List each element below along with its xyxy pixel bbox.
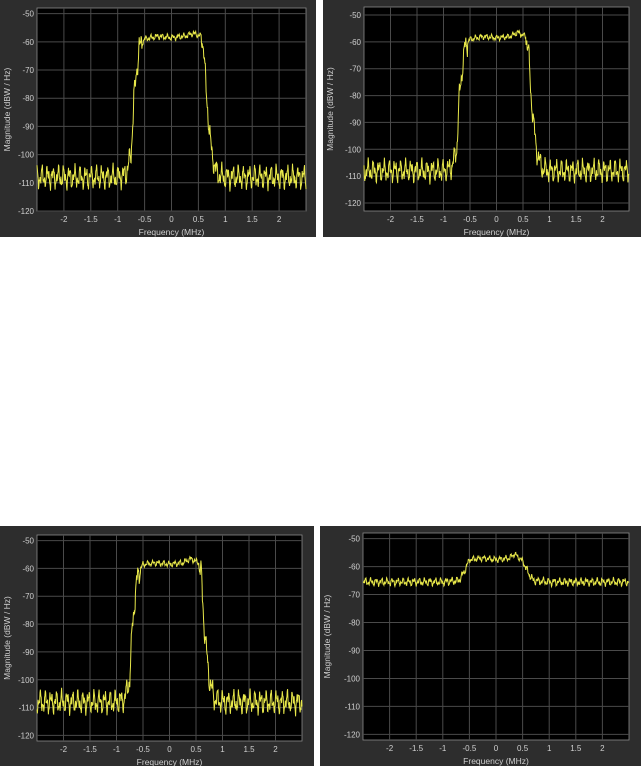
x-tick-label: 0.5 — [517, 215, 529, 224]
x-tick-label: -1 — [439, 744, 447, 753]
x-tick-label: 2 — [600, 744, 605, 753]
y-tick-label: -90 — [348, 646, 360, 655]
y-tick-label: -50 — [349, 11, 361, 20]
x-axis-label: Frequency (MHz) — [464, 227, 530, 237]
y-tick-label: -70 — [349, 65, 361, 74]
x-tick-label: 0 — [169, 215, 174, 224]
x-tick-label: -1.5 — [84, 215, 98, 224]
y-tick-label: -120 — [18, 207, 35, 216]
y-tick-label: -90 — [349, 118, 361, 127]
x-tick-label: -0.5 — [136, 745, 150, 754]
x-tick-label: 2 — [273, 745, 278, 754]
y-tick-label: -110 — [19, 704, 35, 713]
x-tick-label: -2 — [386, 744, 394, 753]
y-tick-label: -70 — [22, 66, 34, 75]
x-tick-label: 1 — [547, 215, 552, 224]
y-tick-label: -90 — [22, 122, 34, 131]
y-tick-label: -80 — [348, 619, 360, 628]
x-axis-label: Frequency (MHz) — [139, 227, 205, 237]
y-axis-label: Magnitude (dBW / Hz) — [2, 596, 12, 680]
x-tick-label: 0.5 — [193, 215, 205, 224]
x-tick-label: -2 — [60, 745, 68, 754]
x-tick-label: -1 — [113, 745, 121, 754]
y-tick-label: -120 — [345, 199, 362, 208]
chart-1: -2 -1.5 -1 -0.5 0 0.5 1 1.5 2 -50 -60 -70 -80 -90 -100… — [2, 7, 307, 237]
y-tick-label: -50 — [22, 10, 34, 19]
x-tick-label: -1 — [440, 215, 448, 224]
spectrum-panel-2: -2 -1.5 -1 -0.5 0 0.5 1 1.5 2 -50 -60 -70 -80 -90 -100… — [323, 0, 641, 237]
x-tick-label: 1.5 — [570, 744, 582, 753]
x-tick-label: 1 — [547, 744, 552, 753]
x-tick-label: 0 — [167, 745, 172, 754]
x-tick-label: 0 — [494, 744, 499, 753]
spectrum-panel-3: -2 -1.5 -1 -0.5 0 0.5 1 1.5 2 -50 -60 -70 -80 -90 -100… — [0, 526, 314, 766]
y-tick-label: -100 — [345, 145, 362, 154]
y-tick-label: -90 — [22, 648, 34, 657]
x-tick-label: 2 — [277, 215, 282, 224]
y-tick-label: -120 — [344, 730, 361, 739]
x-tick-label: -1.5 — [409, 744, 423, 753]
x-axis-label: Frequency (MHz) — [137, 757, 203, 766]
y-tick-label: -110 — [345, 702, 361, 711]
y-tick-label: -60 — [348, 563, 360, 572]
x-tick-label: 2 — [600, 215, 605, 224]
y-tick-label: -100 — [18, 676, 35, 685]
y-tick-label: -110 — [346, 172, 362, 181]
x-axis-label: Frequency (MHz) — [463, 756, 529, 766]
y-tick-label: -60 — [22, 38, 34, 47]
x-tick-label: 1 — [220, 745, 225, 754]
y-tick-label: -100 — [18, 151, 35, 160]
x-tick-label: 0.5 — [190, 745, 202, 754]
y-tick-label: -60 — [22, 564, 34, 573]
chart-3: -2 -1.5 -1 -0.5 0 0.5 1 1.5 2 -50 -60 -70 -80 -90 -100… — [2, 534, 303, 766]
y-axis-label: Magnitude (dBW / Hz) — [322, 595, 332, 679]
x-tick-label: -0.5 — [463, 744, 477, 753]
x-tick-label: -2 — [387, 215, 395, 224]
x-tick-label: 0 — [494, 215, 499, 224]
spectrum-panel-4: -2 -1.5 -1 -0.5 0 0.5 1 1.5 2 -50 -60 -70 -80 -90 -100… — [320, 526, 641, 766]
x-tick-label: -2 — [60, 215, 68, 224]
x-tick-label: -1 — [114, 215, 122, 224]
y-tick-label: -80 — [349, 92, 361, 101]
y-tick-label: -60 — [349, 38, 361, 47]
y-axis-label: Magnitude (dBW / Hz) — [2, 68, 12, 152]
x-tick-label: 1.5 — [247, 215, 259, 224]
chart-4: -2 -1.5 -1 -0.5 0 0.5 1 1.5 2 -50 -60 -70 -80 -90 -100… — [322, 532, 630, 766]
x-tick-label: -0.5 — [463, 215, 477, 224]
x-tick-label: -1.5 — [83, 745, 97, 754]
y-tick-label: -50 — [348, 535, 360, 544]
x-tick-label: 1.5 — [570, 215, 582, 224]
y-tick-label: -110 — [19, 179, 35, 188]
x-tick-label: -0.5 — [138, 215, 152, 224]
x-tick-label: 1 — [223, 215, 228, 224]
chart-2: -2 -1.5 -1 -0.5 0 0.5 1 1.5 2 -50 -60 -70 -80 -90 -100… — [325, 6, 630, 237]
x-tick-label: 1.5 — [243, 745, 255, 754]
y-tick-label: -120 — [18, 731, 35, 740]
y-tick-label: -80 — [22, 620, 34, 629]
y-tick-label: -100 — [344, 674, 361, 683]
x-tick-label: -1.5 — [410, 215, 424, 224]
y-tick-label: -80 — [22, 94, 34, 103]
y-tick-label: -70 — [348, 591, 360, 600]
y-tick-label: -70 — [22, 592, 34, 601]
x-tick-label: 0.5 — [517, 744, 529, 753]
y-tick-label: -50 — [22, 537, 34, 546]
y-axis-label: Magnitude (dBW / Hz) — [325, 67, 335, 151]
spectrum-panel-1: -2 -1.5 -1 -0.5 0 0.5 1 1.5 2 -50 -60 -70 -80 -90 -100… — [0, 0, 316, 237]
